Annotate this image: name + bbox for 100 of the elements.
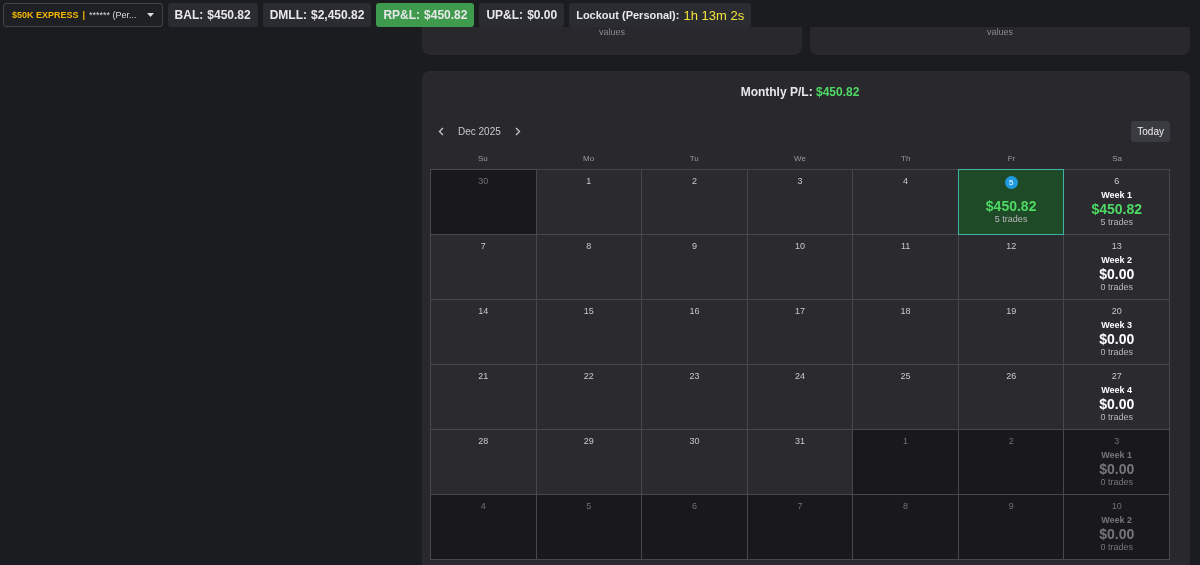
day-number: 30	[689, 436, 700, 446]
stat-value: $450.82	[207, 8, 251, 22]
day-number: 10	[1111, 501, 1122, 511]
day-number: 20	[1111, 306, 1122, 316]
stat-label: BAL:	[174, 8, 204, 22]
calendar-day[interactable]: 6 Week 1 $450.82 5 trades	[1063, 169, 1170, 235]
calendar-day[interactable]: 2	[957, 429, 1065, 495]
weekday-label: Su	[476, 153, 489, 163]
day-number: 25	[900, 371, 911, 381]
chevron-left-icon[interactable]	[438, 126, 444, 136]
day-number: 26	[1006, 371, 1017, 381]
calendar-day[interactable]: 6	[641, 494, 748, 560]
day-number: 18	[900, 306, 911, 316]
day-number: 19	[1006, 306, 1017, 316]
day-number: 27	[1111, 371, 1122, 381]
pnl-amount: $0.00	[1099, 526, 1135, 542]
calendar-day[interactable]: 9	[957, 494, 1065, 560]
day-number: 30	[478, 176, 489, 186]
card-caption: values	[599, 27, 625, 37]
caret-icon	[146, 13, 154, 17]
stat-value: $450.82	[424, 8, 468, 22]
stat-label: UP&L:	[486, 8, 524, 22]
day-number: 1	[903, 436, 909, 446]
day-number: 2	[691, 176, 697, 186]
day-number: 4	[903, 176, 909, 186]
trade-count: 5 trades	[1100, 217, 1133, 227]
account-selector[interactable]: $50K EXPRESS | ****** (Per...	[3, 3, 163, 27]
weekday-label: Sa	[1111, 153, 1124, 163]
day-number: 2	[1008, 436, 1014, 446]
week-label: Week 4	[1101, 385, 1133, 395]
chevron-right-icon[interactable]	[514, 126, 521, 136]
day-number: 8	[903, 501, 909, 511]
day-number: 11	[900, 241, 911, 251]
day-number: 13	[1111, 241, 1122, 251]
day-number: 29	[583, 436, 594, 446]
weekday-label: Tu	[688, 153, 700, 163]
day-number: 5	[586, 501, 592, 511]
pnl-amount: $0.00	[1099, 461, 1135, 477]
stat-label: DMLL:	[269, 8, 307, 22]
trade-count: 0 trades	[1100, 347, 1133, 357]
calendar-day[interactable]: 4	[430, 494, 537, 560]
calendar-day[interactable]: 5	[535, 494, 643, 560]
stat-label: RP&L:	[383, 8, 421, 22]
day-number: 9	[1008, 501, 1014, 511]
pnl-amount: $0.00	[1099, 266, 1135, 282]
calendar-day[interactable]: 30	[430, 169, 537, 235]
trade-count: 5 trades	[994, 214, 1028, 224]
week-label: Week 3	[1101, 320, 1133, 330]
day-number: 3	[1114, 436, 1120, 446]
calendar-day[interactable]: 10 Week 2 $0.00 0 trades	[1063, 494, 1170, 560]
trade-count: 0 trades	[1100, 542, 1133, 552]
day-number: 15	[583, 306, 594, 316]
day-number: 1	[586, 176, 592, 186]
day-number: 4	[480, 501, 486, 511]
weekday-label: Th	[900, 153, 912, 163]
weekday-label: We	[793, 153, 807, 163]
day-number: 24	[795, 371, 805, 381]
today-button[interactable]: Today	[1131, 120, 1170, 142]
calendar-day[interactable]: 5 $450.82 5 trades	[957, 169, 1065, 235]
stat-value: $0.00	[527, 8, 558, 22]
day-number: 31	[795, 436, 805, 446]
day-number: 12	[1006, 241, 1017, 251]
calendar-day[interactable]: 3 Week 1 $0.00 0 trades	[1063, 429, 1170, 495]
week-label: Week 1	[1101, 190, 1133, 200]
calendar-day[interactable]: 7	[746, 494, 854, 560]
week-label: Week 2	[1101, 255, 1133, 265]
day-number: 22	[583, 371, 594, 381]
day-number: 17	[795, 306, 805, 316]
trade-count: 0 trades	[1100, 412, 1133, 422]
day-number: 14	[478, 306, 489, 316]
day-number: 3	[797, 176, 803, 186]
day-number: 16	[689, 306, 700, 316]
week-label: Week 2	[1101, 515, 1133, 525]
day-number: 5	[1004, 176, 1018, 189]
monthly-pnl-title: Monthly P/L: $450.82	[739, 85, 861, 99]
day-number: 9	[691, 241, 697, 251]
day-number: 8	[586, 241, 592, 251]
pnl-amount: $0.00	[1099, 396, 1135, 412]
day-number: 7	[797, 501, 803, 511]
day-number: 10	[795, 241, 805, 251]
month-label: Dec 2025	[458, 125, 501, 137]
trade-count: 0 trades	[1100, 282, 1133, 292]
stat-value: 1h 13m 2s	[683, 7, 745, 23]
stat-value: $2,450.82	[311, 8, 365, 22]
trade-count: 0 trades	[1100, 477, 1133, 487]
day-number: 21	[478, 371, 489, 381]
pnl-amount: $450.82	[985, 198, 1037, 214]
weekday-label: Fr	[1006, 153, 1017, 163]
weekday-label: Mo	[582, 153, 596, 163]
stat-label: Lockout (Personal):	[576, 9, 680, 21]
pnl-amount: $0.00	[1099, 331, 1135, 347]
day-number: 23	[689, 371, 700, 381]
day-number: 7	[480, 241, 486, 251]
day-number: 6	[691, 501, 697, 511]
day-number: 28	[478, 436, 489, 446]
calendar-day[interactable]: 8	[852, 494, 959, 560]
week-label: Week 1	[1101, 450, 1133, 460]
calendar-day[interactable]: 1	[852, 429, 959, 495]
card-caption: values	[987, 27, 1013, 37]
day-number: 6	[1114, 176, 1120, 186]
